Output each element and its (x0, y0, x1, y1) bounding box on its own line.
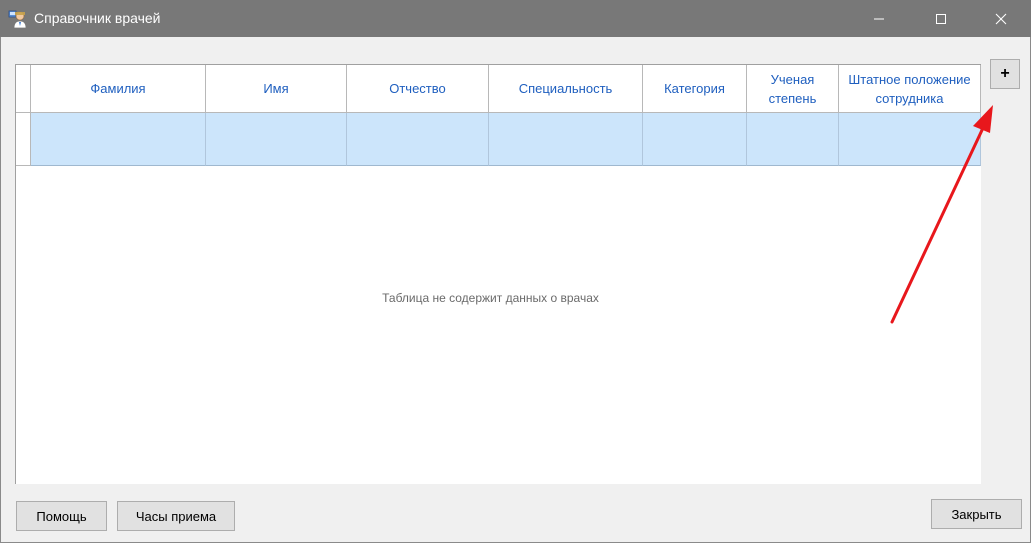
table-cell-patronymic[interactable] (347, 113, 489, 166)
empty-table-message: Таблица не содержит данных о врачах (382, 291, 599, 305)
column-header-patronymic[interactable]: Отчество (347, 65, 489, 113)
column-header-position[interactable]: Штатное положение сотрудника (839, 65, 981, 113)
table-cell-last-name[interactable] (31, 113, 206, 166)
close-window-button[interactable] (978, 0, 1024, 37)
table-cell-position[interactable] (839, 113, 981, 166)
close-button[interactable]: Закрыть (931, 499, 1022, 529)
window-title: Справочник врачей (34, 10, 161, 26)
minimize-button[interactable] (856, 0, 902, 37)
column-header-last-name[interactable]: Фамилия (31, 65, 206, 113)
table-cell-degree[interactable] (747, 113, 839, 166)
column-header-first-name[interactable]: Имя (206, 65, 347, 113)
row-header-selected[interactable] (16, 113, 31, 166)
doctor-icon (8, 10, 27, 29)
column-header-specialty[interactable]: Специальность (489, 65, 643, 113)
minimize-icon (874, 18, 884, 19)
table-cell-first-name[interactable] (206, 113, 347, 166)
table-cell-specialty[interactable] (489, 113, 643, 166)
maximize-button[interactable] (918, 0, 964, 37)
doctors-table[interactable]: Фамилия Имя Отчество Специальность Катег… (15, 64, 981, 484)
title-bar: Справочник врачей (0, 0, 1031, 37)
reception-hours-button[interactable]: Часы приема (117, 501, 235, 531)
column-header-degree[interactable]: Ученая степень (747, 65, 839, 113)
add-doctor-button[interactable]: + (990, 59, 1020, 89)
maximize-icon (936, 13, 946, 24)
close-icon (995, 13, 1007, 24)
help-button[interactable]: Помощь (16, 501, 107, 531)
table-cell-category[interactable] (643, 113, 747, 166)
row-header-corner (16, 65, 31, 113)
column-header-category[interactable]: Категория (643, 65, 747, 113)
